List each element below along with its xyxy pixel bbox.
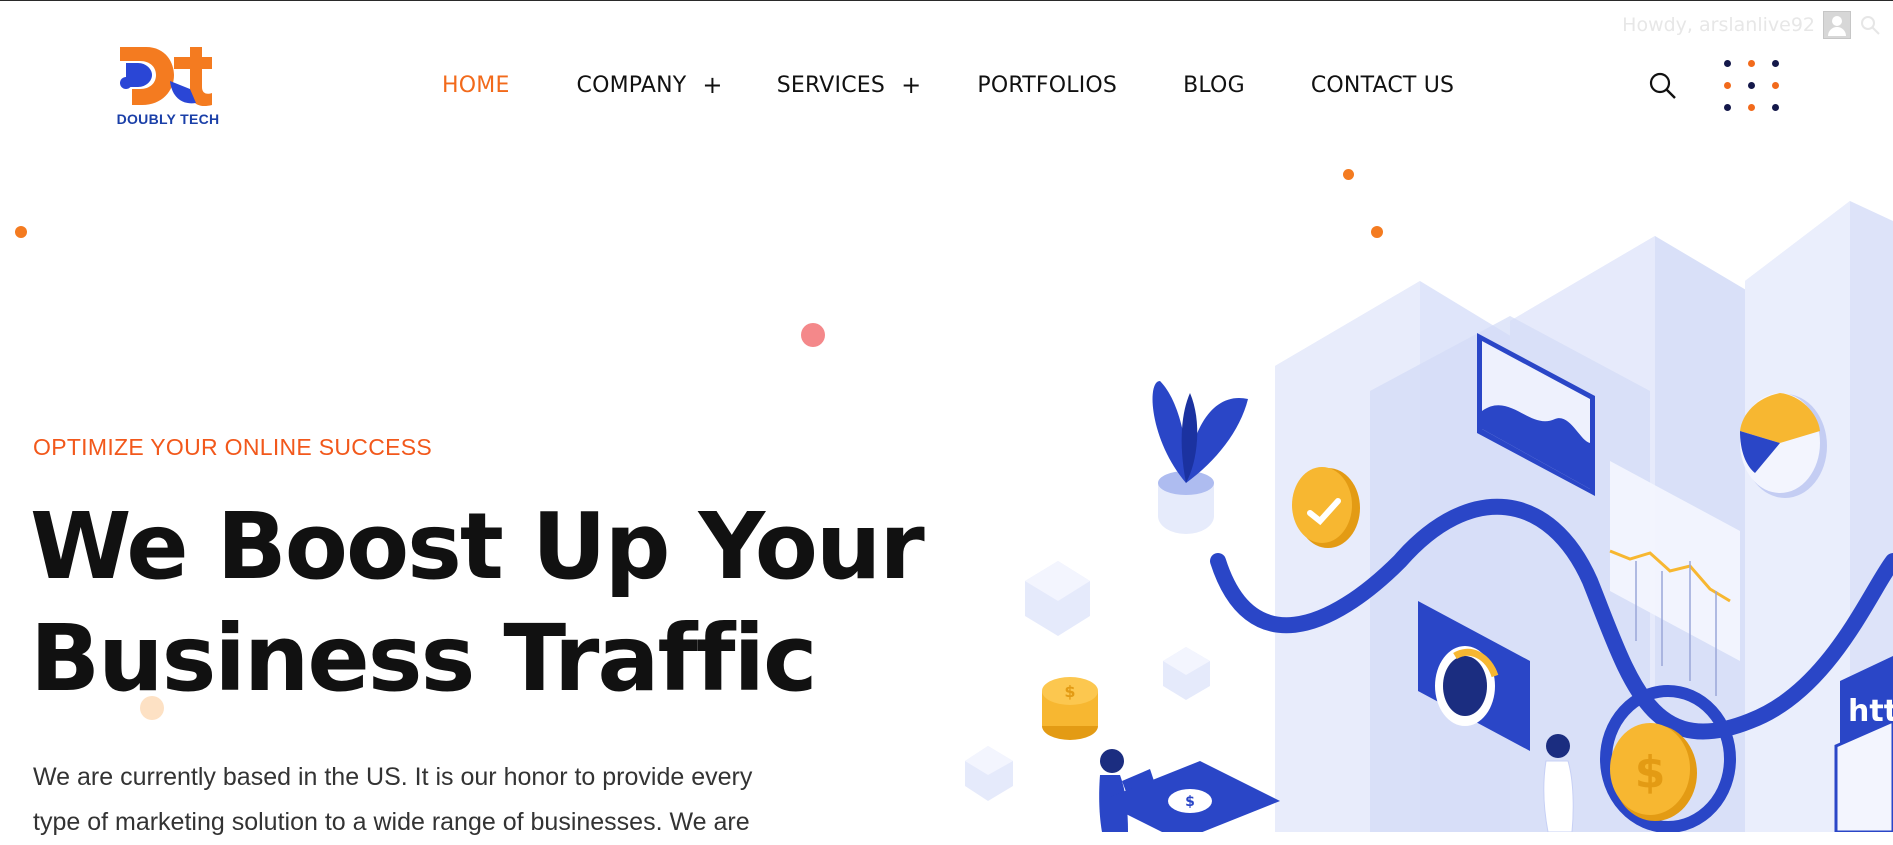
hero-paragraph: We are currently based in the US. It is … xyxy=(33,755,833,845)
plant-icon xyxy=(1152,381,1248,534)
nav-item-label: BLOG xyxy=(1183,72,1245,98)
hero-headline: We Boost Up Your Business Traffic xyxy=(30,491,925,715)
nav-item-company[interactable]: COMPANY + xyxy=(577,71,723,99)
plus-icon[interactable]: + xyxy=(901,71,921,99)
plus-icon[interactable]: + xyxy=(702,71,722,99)
nav-item-services[interactable]: SERVICES + xyxy=(777,71,922,99)
headline-line: Business Traffic xyxy=(30,605,818,712)
headline-line: We Boost Up Your xyxy=(30,493,925,600)
paragraph-line: type of marketing solution to a wide ran… xyxy=(33,808,750,836)
nav-item-label: CONTACT US xyxy=(1310,72,1455,98)
hero-kicker: OPTIMIZE YOUR ONLINE SUCCESS xyxy=(33,434,433,460)
decor-dot xyxy=(15,226,27,238)
hero-illustration: $ $ $ htt xyxy=(965,201,1893,832)
search-icon[interactable] xyxy=(1648,71,1678,101)
paragraph-line: We are currently based in the US. It is … xyxy=(33,763,753,791)
coin-symbol: $ xyxy=(1064,682,1075,701)
decor-dot xyxy=(801,323,825,347)
admin-search-icon[interactable] xyxy=(1859,14,1881,36)
logo-mark-icon xyxy=(120,47,212,107)
nav-item-label: PORTFOLIOS xyxy=(977,72,1118,98)
coin-stack-icon: $ xyxy=(1042,677,1098,740)
nav-item-contact-us[interactable]: CONTACT US xyxy=(1311,73,1454,98)
url-text: htt xyxy=(1848,694,1893,729)
nav-item-portfolios[interactable]: PORTFOLIOS xyxy=(977,73,1117,98)
admin-bar: Howdy, arslanlive92 xyxy=(1622,11,1893,39)
main-nav: HOME COMPANY + SERVICES + PORTFOLIOS BLO… xyxy=(442,71,1454,99)
nav-item-home[interactable]: HOME xyxy=(442,73,510,98)
person-figure-icon xyxy=(1543,734,1574,832)
nav-item-label: SERVICES xyxy=(776,72,886,98)
user-avatar-icon[interactable] xyxy=(1823,11,1851,39)
logo-text: DOUBLY TECH xyxy=(116,111,220,127)
coin-symbol: $ xyxy=(1185,794,1195,810)
site-logo[interactable]: DOUBLY TECH xyxy=(112,41,224,131)
nav-item-blog[interactable]: BLOG xyxy=(1183,73,1245,98)
browser-window-icon: htt xyxy=(1834,656,1893,832)
offcanvas-menu-icon[interactable] xyxy=(1722,58,1782,114)
nav-item-label: HOME xyxy=(442,72,510,98)
nav-item-label: COMPANY xyxy=(576,72,687,98)
admin-greeting[interactable]: Howdy, arslanlive92 xyxy=(1622,14,1815,36)
server-towers xyxy=(1275,201,1893,832)
coin-symbol: $ xyxy=(1635,747,1666,798)
